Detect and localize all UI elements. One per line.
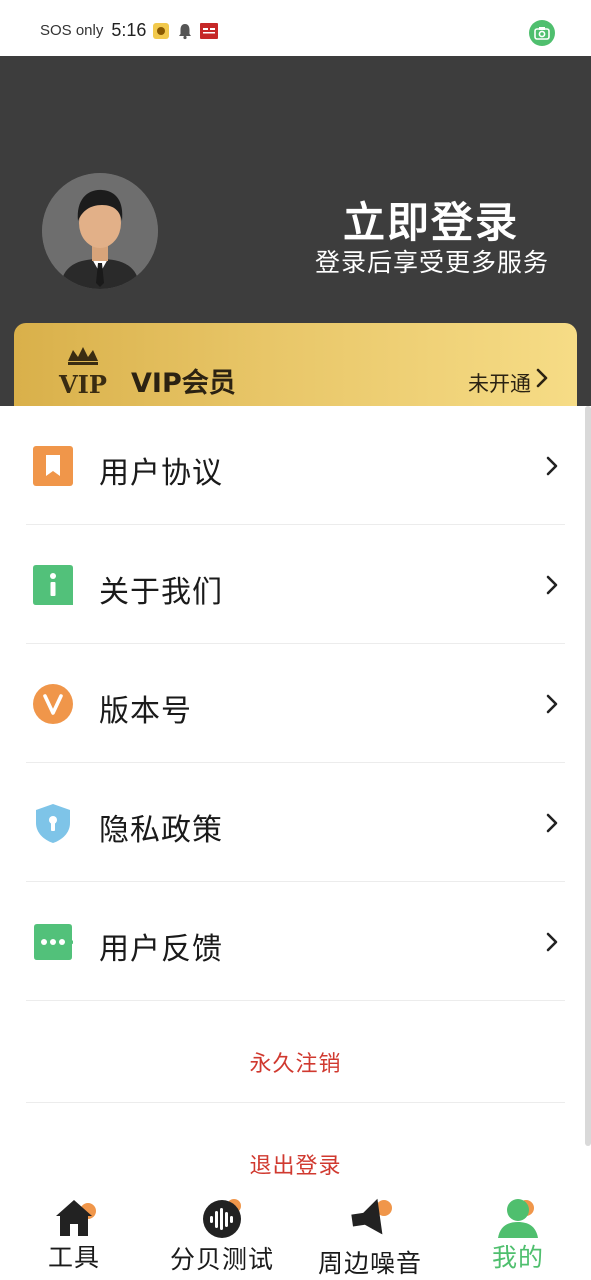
vip-status: 未开通 (468, 372, 531, 396)
menu-item-feedback[interactable]: 用户反馈 (0, 882, 591, 1001)
menu-item-about-us[interactable]: 关于我们 (0, 525, 591, 644)
nav-tab-ambient-noise[interactable]: 周边噪音 (308, 1190, 432, 1280)
version-v-icon (33, 684, 73, 724)
vip-title: VIP会员 (131, 368, 236, 399)
bookmark-icon (33, 446, 73, 486)
nav-label: 我的 (491, 1243, 544, 1272)
menu-item-version[interactable]: 版本号 (0, 644, 591, 763)
chevron-right-icon (546, 456, 558, 476)
app-notification-icon (153, 22, 170, 39)
chevron-right-icon (546, 813, 558, 833)
house-icon (56, 1200, 96, 1236)
delete-account-button[interactable]: 永久注销 (0, 1046, 591, 1078)
chevron-right-icon (546, 694, 558, 714)
vip-logo-text: VIP (58, 370, 107, 397)
logout-button[interactable]: 退出登录 (0, 1148, 591, 1180)
nav-tab-tools[interactable]: 工具 (20, 1190, 128, 1280)
nav-label: 周边噪音 (317, 1249, 422, 1278)
menu-item-privacy-policy[interactable]: 隐私政策 (0, 763, 591, 882)
sound-wave-icon (203, 1199, 241, 1238)
login-title[interactable]: 立即登录 (343, 189, 519, 250)
menu-item-user-agreement[interactable]: 用户协议 (0, 406, 591, 525)
menu-item-label: 版本号 (99, 694, 192, 729)
bell-icon (179, 23, 192, 39)
avatar[interactable] (42, 173, 158, 289)
person-icon (498, 1199, 538, 1238)
menu-item-label: 用户反馈 (99, 932, 223, 967)
bottom-nav: 工具 分贝测试 周边噪音 我的 (0, 1190, 591, 1280)
menu-item-label: 隐私政策 (99, 813, 223, 848)
nav-tab-decibel-test[interactable]: 分贝测试 (160, 1190, 284, 1280)
clock: 5:16 (111, 20, 147, 40)
menu-item-label: 关于我们 (99, 575, 223, 610)
chevron-right-icon (546, 575, 558, 595)
chevron-right-icon (536, 368, 548, 388)
divider (26, 1102, 565, 1103)
delete-account-label: 永久注销 (249, 1052, 342, 1077)
vip-membership-card[interactable]: VIP VIP会员 未开通 (14, 323, 577, 406)
chat-bubble-icon (34, 924, 73, 960)
shield-icon (36, 804, 70, 843)
scrollbar[interactable] (585, 406, 591, 1146)
nav-label: 分贝测试 (169, 1245, 274, 1274)
logout-label: 退出登录 (249, 1154, 342, 1179)
carrier-text: SOS only (40, 22, 104, 39)
login-subtitle: 登录后享受更多服务 (314, 248, 549, 277)
news-app-icon (200, 22, 219, 39)
camera-icon (529, 20, 555, 46)
user-avatar-icon (42, 173, 158, 289)
speaker-icon (351, 1198, 392, 1235)
nav-tab-mine[interactable]: 我的 (468, 1190, 568, 1280)
vip-crown-icon: VIP (58, 347, 107, 397)
divider (26, 1000, 565, 1001)
nav-label: 工具 (47, 1243, 100, 1272)
info-icon (33, 565, 73, 605)
chevron-right-icon (546, 932, 558, 952)
status-bar: SOS only 5:16 (0, 0, 591, 56)
menu-item-label: 用户协议 (99, 456, 223, 491)
